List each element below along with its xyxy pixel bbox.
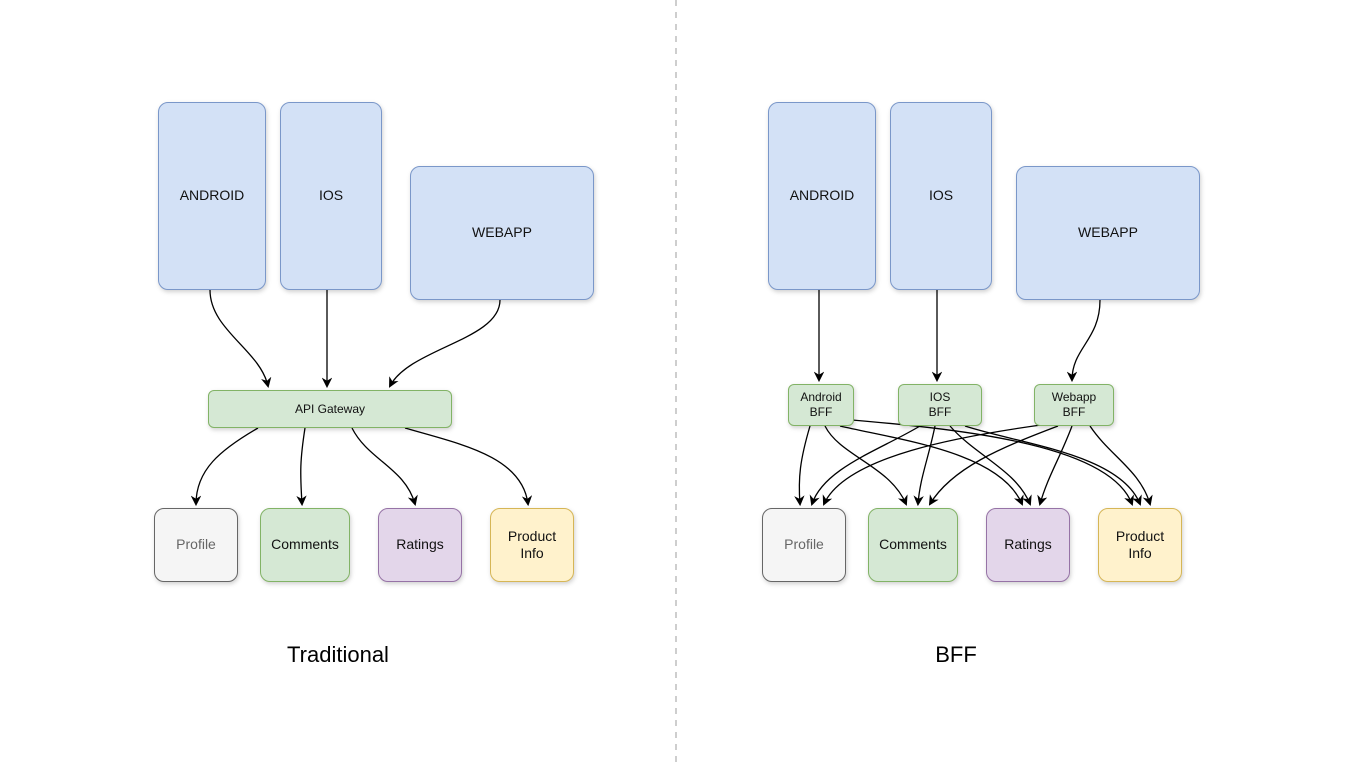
right-service-ratings: Ratings [986, 508, 1070, 582]
right-bff-ios: IOS BFF [898, 384, 982, 426]
left-api-gateway: API Gateway [208, 390, 452, 428]
left-client-android: ANDROID [158, 102, 266, 290]
left-service-profile: Profile [154, 508, 238, 582]
node-label: Ratings [396, 536, 443, 554]
node-label: ANDROID [180, 187, 245, 205]
left-service-comments: Comments [260, 508, 350, 582]
node-label: Android BFF [800, 390, 841, 420]
node-label: IOS BFF [929, 390, 952, 420]
right-service-profile: Profile [762, 508, 846, 582]
left-service-ratings: Ratings [378, 508, 462, 582]
right-client-android: ANDROID [768, 102, 876, 290]
right-bff-webapp: Webapp BFF [1034, 384, 1114, 426]
right-client-ios: IOS [890, 102, 992, 290]
node-label: IOS [319, 187, 343, 205]
right-bff-android: Android BFF [788, 384, 854, 426]
node-label: WEBAPP [1078, 224, 1138, 242]
node-label: Profile [784, 536, 824, 554]
node-label: Product Info [1116, 528, 1164, 563]
left-client-ios: IOS [280, 102, 382, 290]
left-title: Traditional [278, 642, 398, 668]
left-service-product: Product Info [490, 508, 574, 582]
node-label: Product Info [508, 528, 556, 563]
node-label: ANDROID [790, 187, 855, 205]
node-label: WEBAPP [472, 224, 532, 242]
node-label: Profile [176, 536, 216, 554]
right-service-comments: Comments [868, 508, 958, 582]
right-title: BFF [916, 642, 996, 668]
node-label: IOS [929, 187, 953, 205]
node-label: Webapp BFF [1052, 390, 1096, 420]
left-client-webapp: WEBAPP [410, 166, 594, 300]
node-label: Ratings [1004, 536, 1051, 554]
node-label: API Gateway [295, 402, 365, 417]
node-label: Comments [271, 536, 339, 554]
right-service-product: Product Info [1098, 508, 1182, 582]
node-label: Comments [879, 536, 947, 554]
right-client-webapp: WEBAPP [1016, 166, 1200, 300]
